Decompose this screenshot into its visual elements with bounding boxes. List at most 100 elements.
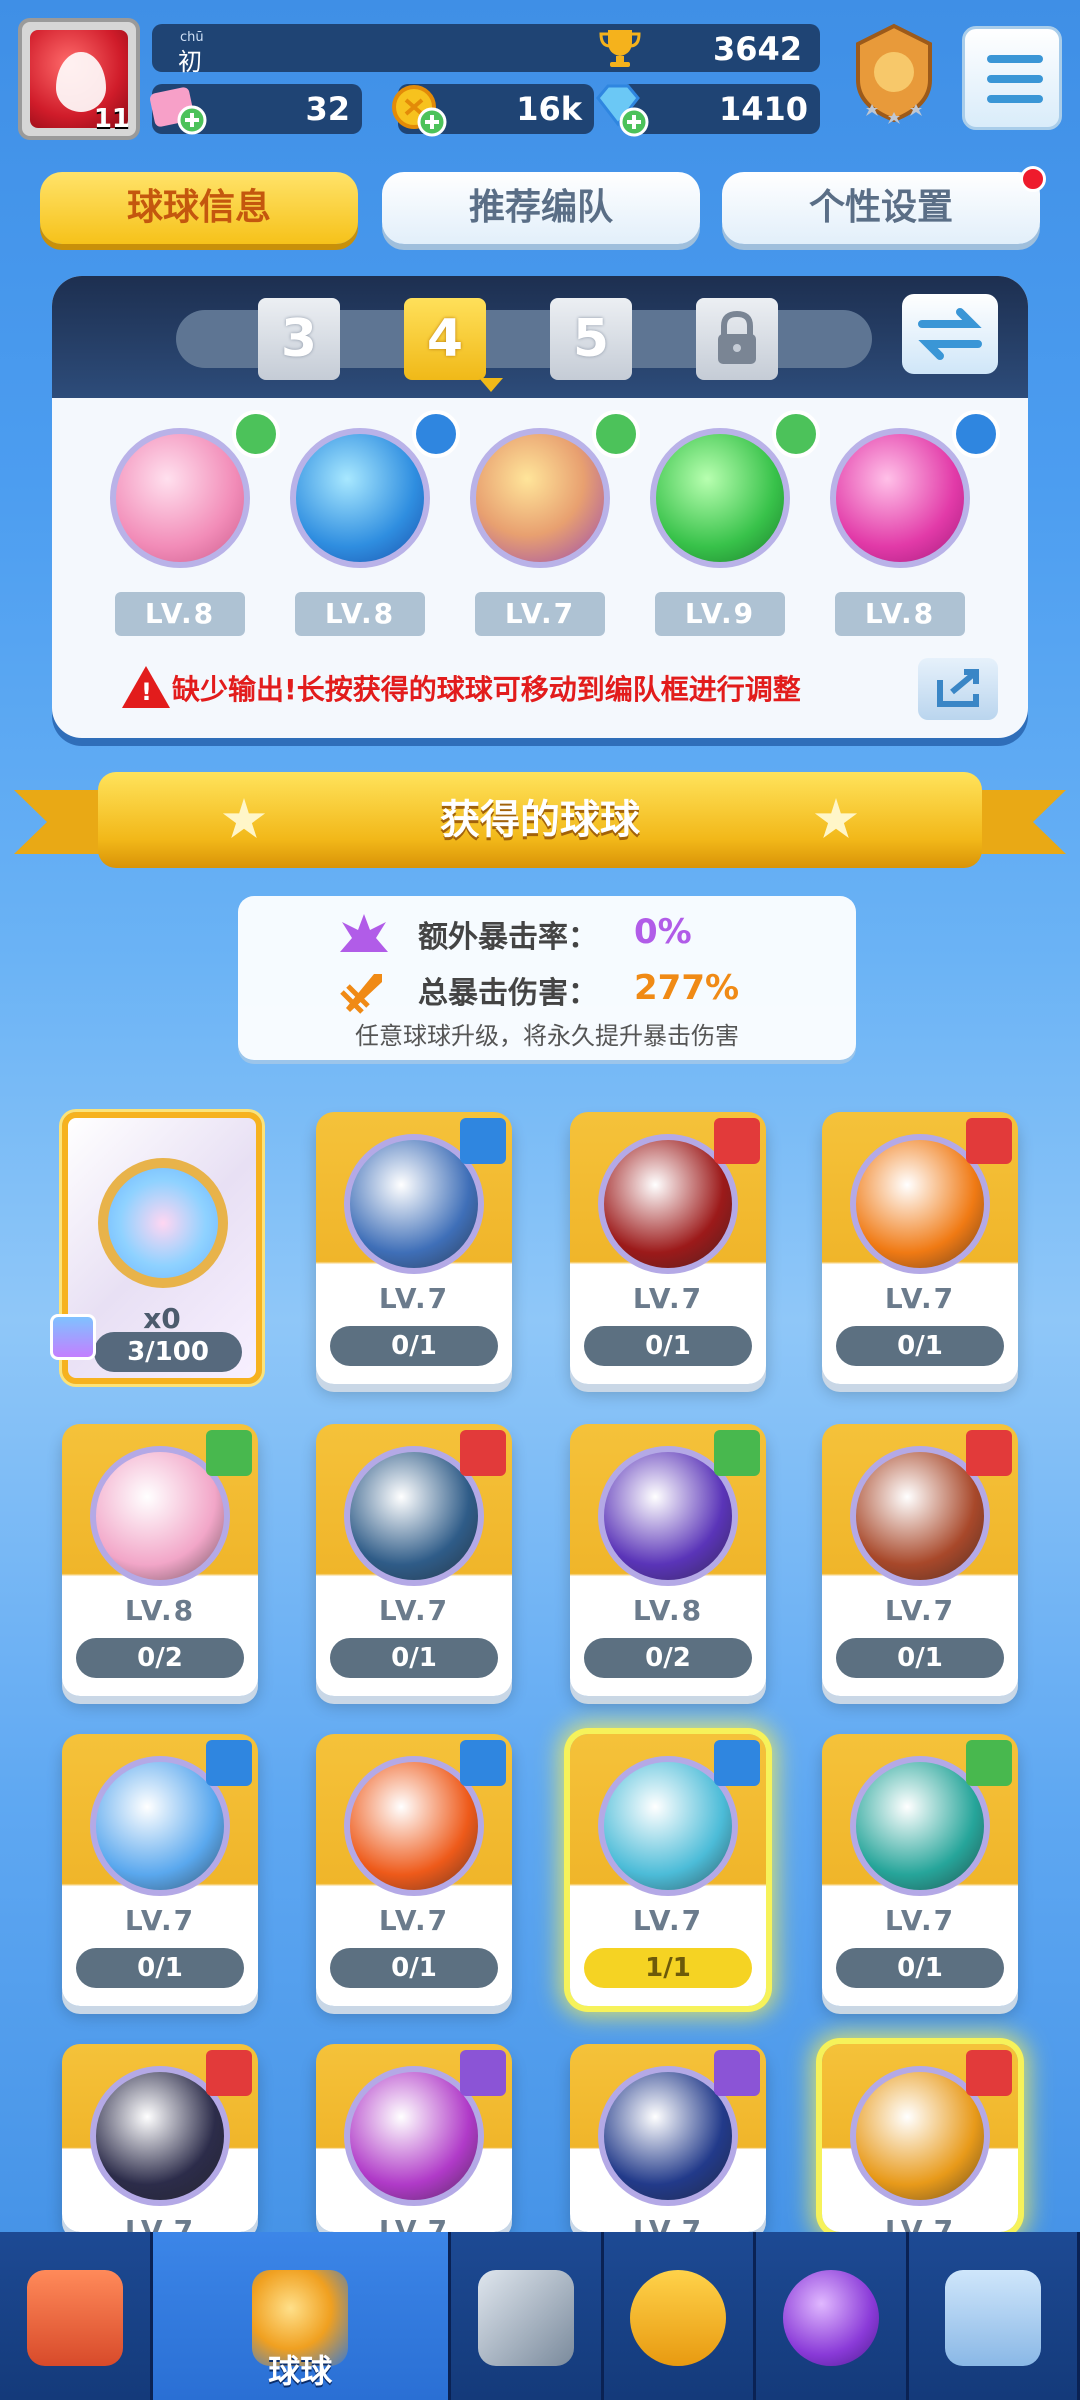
- crit-stats-box: 额外暴击率： 0% 总暴击伤害： 277% 任意球球升级，将永久提升暴击伤害: [238, 896, 856, 1060]
- ball-card[interactable]: LV.7 0/1: [822, 1424, 1018, 1696]
- team-slot-4[interactable]: 4: [404, 298, 486, 380]
- swap-team-button[interactable]: [902, 294, 998, 374]
- ball-card-progress: 0/1: [836, 1638, 1004, 1678]
- notification-dot: [1020, 166, 1046, 192]
- ball-card[interactable]: LV.7 0/1: [62, 1734, 258, 2006]
- whistle-icon: [630, 2270, 727, 2366]
- special-ball-progress: 3/100: [94, 1332, 242, 1372]
- team-slot-locked[interactable]: [696, 298, 778, 380]
- swirl-ball-icon: [98, 1158, 228, 1288]
- total-crit-damage-label: 总暴击伤害：: [418, 976, 598, 1011]
- ball-card[interactable]: LV.7 1/1: [570, 1734, 766, 2006]
- ball-card-progress: 0/1: [330, 1638, 498, 1678]
- team-ball-2-level: LV.8: [295, 592, 425, 636]
- ball-card-level: LV.7: [378, 1594, 450, 1627]
- wing-icon: [966, 1740, 1012, 1786]
- team-ball-1[interactable]: [110, 428, 250, 568]
- team-ball-5[interactable]: [830, 428, 970, 568]
- social-chat-icon: [945, 2270, 1042, 2366]
- upgrade-arrow-icon: [966, 1430, 1012, 1476]
- nav-whistle[interactable]: [603, 2232, 757, 2400]
- upgrade-arrow-icon: [966, 2050, 1012, 2096]
- owned-balls-banner: 获得的球球: [98, 772, 982, 868]
- ball-card-level: LV.7: [124, 2214, 196, 2232]
- ball-card[interactable]: LV.7 0/1: [822, 1734, 1018, 2006]
- ball-card-progress: 0/1: [330, 1326, 498, 1366]
- nav-balls[interactable]: 球球: [152, 2232, 451, 2400]
- upgrade-arrow-icon: [460, 1430, 506, 1476]
- trophy-count: 3642: [712, 30, 802, 68]
- share-button[interactable]: [918, 658, 998, 720]
- section-title: 获得的球球: [440, 797, 640, 843]
- lock-icon: [412, 410, 460, 458]
- menu-button[interactable]: [962, 26, 1062, 130]
- player-avatar[interactable]: 11: [18, 18, 140, 140]
- team-ball-4[interactable]: [650, 428, 790, 568]
- tab-personal-settings[interactable]: 个性设置: [722, 172, 1040, 244]
- team-ball-3-level: LV.7: [475, 592, 605, 636]
- ball-card[interactable]: LV.7: [570, 2044, 766, 2232]
- coin-count: 16k: [516, 90, 582, 128]
- player-name-bar[interactable]: chū 初 3642: [152, 24, 820, 76]
- ball-card-progress: 0/1: [584, 1326, 752, 1366]
- ball-card-progress: 0/1: [836, 1326, 1004, 1366]
- wing-icon: [772, 410, 820, 458]
- extra-crit-rate-label: 额外暴击率：: [418, 920, 598, 955]
- ball-card[interactable]: LV.7 0/1: [822, 1112, 1018, 1384]
- ticket-plus-icon[interactable]: [148, 80, 210, 138]
- ball-card-progress: 0/1: [836, 1948, 1004, 1988]
- star-badge-icon: [460, 2050, 506, 2096]
- ball-card-level: LV.7: [632, 2214, 704, 2232]
- star-badge-icon: [714, 2050, 760, 2096]
- ball-card[interactable]: LV.8 0/2: [570, 1424, 766, 1696]
- ball-card[interactable]: LV.7 0/1: [570, 1112, 766, 1384]
- ball-card[interactable]: LV.7 0/1: [316, 1734, 512, 2006]
- ball-card-progress: 1/1: [584, 1948, 752, 1988]
- nav-battle[interactable]: [450, 2232, 604, 2400]
- team-slot-5[interactable]: 5: [550, 298, 632, 380]
- ball-card[interactable]: LV.8 0/2: [62, 1424, 258, 1696]
- ball-card[interactable]: LV.7: [316, 2044, 512, 2232]
- gem-plus-icon[interactable]: [590, 80, 652, 138]
- nav-planet[interactable]: [756, 2232, 910, 2400]
- ball-card-level: LV.7: [884, 1282, 956, 1315]
- rank-badge-icon[interactable]: [848, 22, 940, 132]
- wing-icon: [206, 1430, 252, 1476]
- team-ball-3[interactable]: [470, 428, 610, 568]
- gem-count: 1410: [718, 90, 808, 128]
- special-ball-count: x0: [143, 1302, 181, 1335]
- ball-card-level: LV.8: [124, 1594, 196, 1627]
- ball-card-level: LV.7: [124, 1904, 196, 1937]
- ball-card-progress: 0/1: [76, 1948, 244, 1988]
- nav-shop[interactable]: [0, 2232, 153, 2400]
- tab-recommended-team[interactable]: 推荐编队: [382, 172, 700, 244]
- lock-icon: [460, 1118, 506, 1164]
- ball-card[interactable]: LV.7 0/1: [316, 1424, 512, 1696]
- planet-icon: [783, 2270, 880, 2366]
- special-ball-card[interactable]: x0 3/100: [50, 1112, 262, 1384]
- upgrade-arrow-icon: [714, 1118, 760, 1164]
- ball-card[interactable]: LV.7: [822, 2044, 1018, 2232]
- team-slot-3[interactable]: 3: [258, 298, 340, 380]
- wing-icon: [714, 1430, 760, 1476]
- ball-card-progress: 0/2: [76, 1638, 244, 1678]
- battle-swords-icon: [477, 2270, 574, 2366]
- share-icon: [937, 669, 979, 707]
- ball-card[interactable]: LV.7 0/1: [316, 1112, 512, 1384]
- team-panel: 3 4 5 LV.8 LV.8 LV.7 LV.9 LV.8 ! 缺少输出!长按…: [52, 276, 1028, 738]
- upgrade-arrow-icon: [966, 1118, 1012, 1164]
- nav-balls-label: 球球: [268, 2352, 333, 2390]
- tab-ball-info[interactable]: 球球信息: [40, 172, 358, 244]
- extra-crit-rate-value: 0%: [634, 912, 692, 952]
- ball-card-level: LV.7: [378, 1904, 450, 1937]
- crit-rate-icon: [340, 914, 388, 952]
- ball-card[interactable]: LV.7: [62, 2044, 258, 2232]
- lock-icon: [952, 410, 1000, 458]
- coin-plus-icon[interactable]: [388, 80, 450, 138]
- nav-social[interactable]: [909, 2232, 1080, 2400]
- team-ball-4-level: LV.9: [655, 592, 785, 636]
- team-ball-5-level: LV.8: [835, 592, 965, 636]
- lock-icon: [460, 1740, 506, 1786]
- team-ball-2[interactable]: [290, 428, 430, 568]
- team-ball-1-level: LV.8: [115, 592, 245, 636]
